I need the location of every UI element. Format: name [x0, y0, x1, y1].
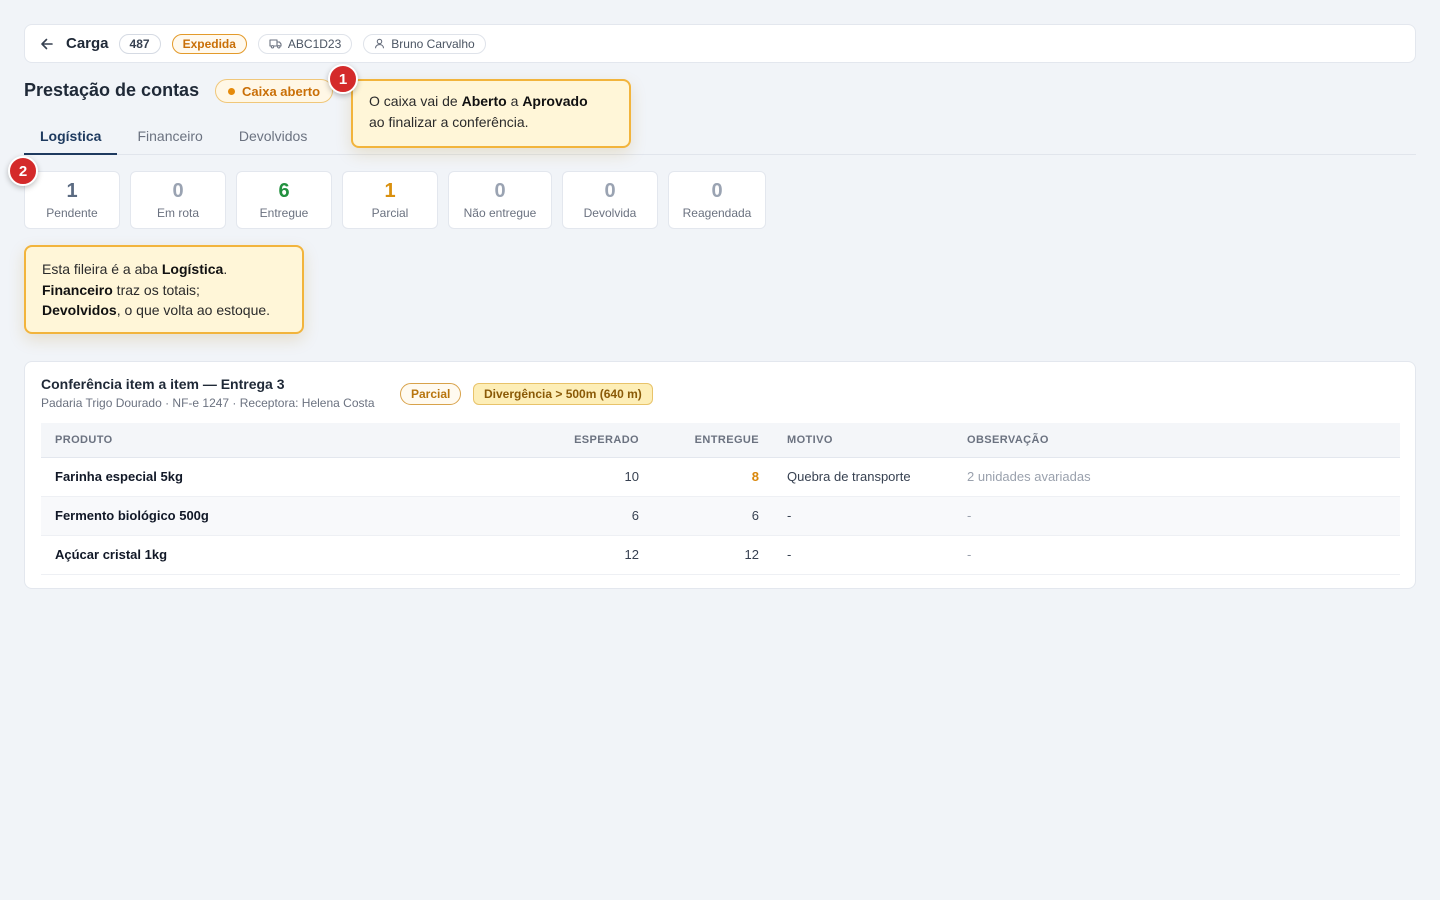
stats-row: 1 Pendente 0 Em rota 6 Entregue 1 Parcia…	[24, 171, 766, 229]
top-bar: Carga 487 Expedida ABC1D23 Bruno Carvalh…	[24, 24, 1416, 63]
stat-card-parcial[interactable]: 1 Parcial	[342, 171, 438, 229]
tooltip-emphasis: Logística	[161, 261, 224, 277]
tooltip-text: Esta fileira é a aba	[42, 261, 162, 277]
items-table: PRODUTO ESPERADO ENTREGUE MOTIVO OBSERVA…	[41, 423, 1400, 575]
cell-entregue: 12	[653, 535, 773, 575]
tooltip-text: , o que volta ao estoque.	[116, 302, 271, 318]
page-title: Prestação de contas	[24, 80, 200, 100]
stat-card-nao-entregue[interactable]: 0 Não entregue	[448, 171, 552, 229]
tooltip-text: ao finalizar a conferência.	[369, 113, 529, 130]
cell-motivo: -	[773, 496, 953, 536]
tab-devolvidos[interactable]: Devolvidos	[223, 124, 323, 155]
tooltip-caixa-status: O caixa vai de Aberto a Aprovado ao fina…	[351, 79, 631, 148]
truck-icon	[269, 38, 282, 49]
callout-badge-2: 2	[8, 156, 38, 186]
cell-produto: Farinha especial 5kg	[41, 457, 518, 497]
tooltip-emphasis: Aberto	[461, 93, 507, 109]
col-esperado: ESPERADO	[518, 423, 653, 458]
back-arrow-icon[interactable]	[39, 36, 55, 52]
stat-card-reagendada[interactable]: 0 Reagendada	[668, 171, 766, 229]
cell-observacao: -	[953, 496, 1400, 536]
driver-name: Bruno Carvalho	[391, 36, 475, 51]
stat-card-em-rota[interactable]: 0 Em rota	[130, 171, 226, 229]
stat-label: Pendente	[46, 206, 98, 220]
carga-title: Carga	[66, 35, 109, 52]
cell-observacao: 2 unidades avariadas	[953, 457, 1400, 497]
cell-produto: Açúcar cristal 1kg	[41, 535, 518, 575]
stat-label: Entregue	[259, 206, 309, 220]
tooltip-emphasis: Aprovado	[522, 93, 588, 109]
tooltip-emphasis: Financeiro	[42, 281, 113, 298]
col-entregue: ENTREGUE	[653, 423, 773, 458]
cell-esperado: 12	[518, 535, 653, 575]
col-observacao: OBSERVAÇÃO	[953, 423, 1400, 458]
caixa-status-badge: Caixa aberto	[215, 79, 334, 103]
cell-entregue: 6	[653, 496, 773, 536]
stat-card-devolvida[interactable]: 0 Devolvida	[562, 171, 658, 229]
conference-title: Conferência item a item — Entrega 3	[41, 376, 285, 392]
tab-logistica[interactable]: Logística	[24, 124, 118, 155]
stat-value: 6	[278, 180, 290, 202]
tooltip-text: a	[506, 93, 523, 109]
stat-label: Devolvida	[583, 206, 637, 220]
table-row[interactable]: Açúcar cristal 1kg 12 12 - -	[41, 535, 1400, 575]
stat-value: 0	[494, 180, 506, 202]
cell-motivo: Quebra de transporte	[773, 457, 953, 497]
stat-value: 0	[711, 180, 723, 202]
tooltip-text: .	[223, 261, 228, 277]
tooltip-text: traz os totais;	[112, 281, 200, 298]
status-dot-icon	[228, 87, 235, 95]
stat-value: 1	[66, 180, 78, 202]
stat-label: Reagendada	[682, 206, 752, 220]
vehicle-plate: ABC1D23	[287, 36, 342, 51]
carga-number-badge: 487	[118, 33, 161, 54]
table-header-row: PRODUTO ESPERADO ENTREGUE MOTIVO OBSERVA…	[41, 423, 1400, 458]
stat-value: 0	[172, 180, 184, 202]
vehicle-plate-chip: ABC1D23	[257, 33, 353, 54]
callout-badge-1: 1	[328, 64, 358, 94]
table-row[interactable]: Fermento biológico 500g 6 6 - -	[41, 496, 1400, 536]
stat-card-entregue[interactable]: 6 Entregue	[236, 171, 332, 229]
tooltip-text: O caixa vai de	[369, 93, 462, 109]
stat-label: Não entregue	[463, 206, 537, 220]
tooltip-emphasis: Devolvidos	[42, 302, 117, 318]
conference-panel: Conferência item a item — Entrega 3 Pada…	[24, 361, 1416, 589]
cell-motivo: -	[773, 535, 953, 575]
tooltip-tabs-info: Esta fileira é a aba Logística. Financei…	[24, 245, 304, 334]
stat-label: Em rota	[156, 206, 199, 220]
tab-bar: Logística Financeiro Devolvidos	[24, 124, 1416, 155]
cell-esperado: 6	[518, 496, 653, 536]
stat-value: 0	[604, 180, 616, 202]
conference-subtitle: Padaria Trigo Dourado · NF-e 1247 · Rece…	[41, 396, 375, 410]
caixa-status-label: Caixa aberto	[242, 83, 321, 99]
driver-chip: Bruno Carvalho	[363, 33, 486, 54]
divergence-badge: Divergência > 500m (640 m)	[473, 383, 653, 405]
col-produto: PRODUTO	[41, 423, 518, 458]
table-row[interactable]: Farinha especial 5kg 10 8 Quebra de tran…	[41, 457, 1400, 497]
stat-card-pendente[interactable]: 1 Pendente	[24, 171, 120, 229]
tab-financeiro[interactable]: Financeiro	[121, 124, 218, 155]
stat-label: Parcial	[371, 206, 409, 220]
cell-produto: Fermento biológico 500g	[41, 496, 518, 536]
carga-status-badge: Expedida	[171, 33, 247, 54]
user-icon	[374, 38, 385, 49]
stat-value: 1	[384, 180, 396, 202]
cell-entregue: 8	[653, 457, 773, 497]
delivery-status-badge: Parcial	[400, 383, 462, 405]
col-motivo: MOTIVO	[773, 423, 953, 458]
cell-esperado: 10	[518, 457, 653, 497]
cell-observacao: -	[953, 535, 1400, 575]
